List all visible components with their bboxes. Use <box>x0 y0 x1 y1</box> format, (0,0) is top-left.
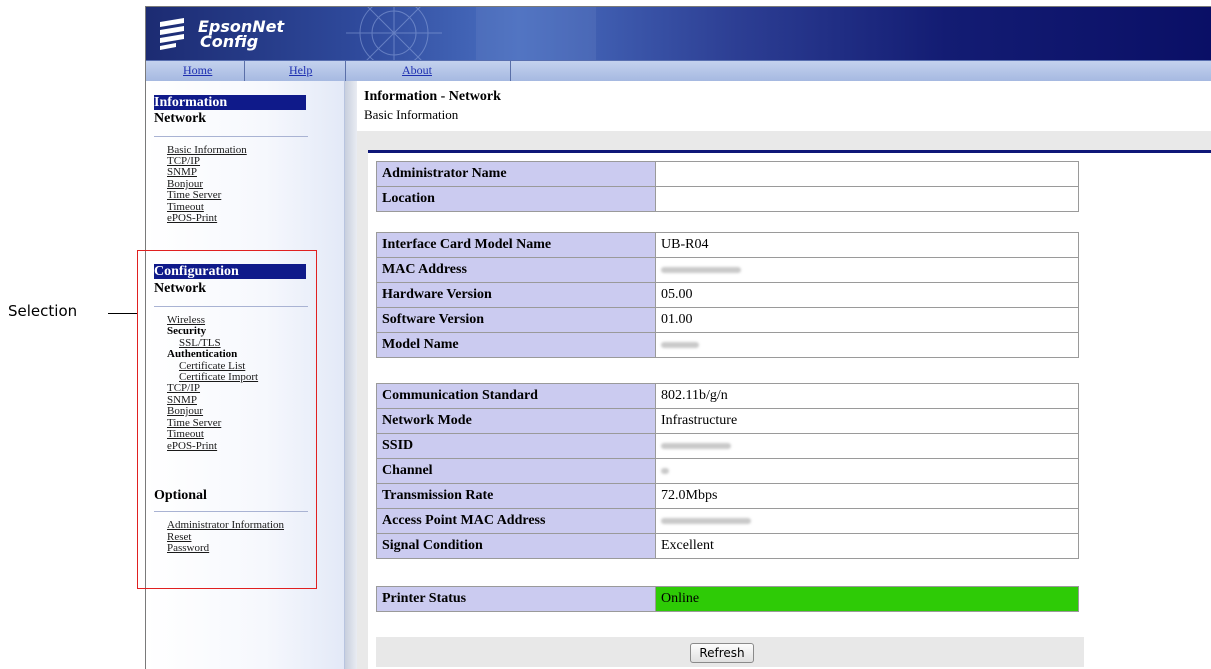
nav-about-link[interactable]: About <box>402 63 432 78</box>
row-value-redacted <box>655 508 1079 534</box>
row-value-redacted <box>655 458 1079 484</box>
row-value <box>655 161 1079 187</box>
compass-decoration <box>346 7 596 60</box>
row-key: Interface Card Model Name <box>376 232 656 258</box>
admin-table: Administrator Name Location <box>376 161 1079 212</box>
table-row: Transmission Rate 72.0Mbps <box>376 483 1079 509</box>
table-row: Channel <box>376 458 1079 484</box>
sidebar-item-info-snmp[interactable]: SNMP <box>167 167 197 178</box>
information-header: Information <box>154 95 228 110</box>
divider <box>154 136 308 137</box>
header-banner: EpsonNet Config <box>146 7 1211 60</box>
row-value-redacted <box>655 332 1079 358</box>
table-row: Model Name <box>376 332 1079 358</box>
nav-separator <box>510 61 511 81</box>
table-row: MAC Address <box>376 257 1079 283</box>
page-header: Information - Network Basic Information <box>357 81 1211 131</box>
redacted-value <box>661 341 699 348</box>
row-key: Network Mode <box>376 408 656 434</box>
row-key: Software Version <box>376 307 656 333</box>
nav-help-link[interactable]: Help <box>289 63 312 78</box>
refresh-button[interactable]: Refresh <box>690 643 754 663</box>
table-row: Location <box>376 186 1079 212</box>
row-value: 05.00 <box>655 282 1079 308</box>
row-key: Signal Condition <box>376 533 656 559</box>
epsonnet-logo: EpsonNet Config <box>154 13 304 53</box>
row-key: MAC Address <box>376 257 656 283</box>
main-content: Information - Network Basic Information … <box>357 81 1211 669</box>
row-key: Hardware Version <box>376 282 656 308</box>
row-key: Administrator Name <box>376 161 656 187</box>
row-value: 72.0Mbps <box>655 483 1079 509</box>
row-key: Printer Status <box>376 586 656 612</box>
epson-logo-icon <box>160 18 184 50</box>
sidebar-shadow <box>345 81 357 669</box>
refresh-bar: Refresh <box>376 637 1084 667</box>
row-value: Infrastructure <box>655 408 1079 434</box>
row-key: Transmission Rate <box>376 483 656 509</box>
content-area: Administrator Name Location Interface Ca… <box>357 131 1211 669</box>
row-value: Excellent <box>655 533 1079 559</box>
sidebar-item-info-time-server[interactable]: Time Server <box>167 190 221 201</box>
table-row: Interface Card Model Name UB-R04 <box>376 232 1079 258</box>
nav-home-link[interactable]: Home <box>183 63 212 78</box>
table-row: SSID <box>376 433 1079 459</box>
page-subtitle: Basic Information <box>364 107 459 122</box>
table-row: Network Mode Infrastructure <box>376 408 1079 434</box>
table-row: Printer Status Online <box>376 586 1079 612</box>
logo-text-line2: Config <box>200 32 259 51</box>
page-title: Information - Network <box>364 89 501 104</box>
info-panel: Administrator Name Location Interface Ca… <box>368 153 1211 669</box>
wireless-table: Communication Standard 802.11b/g/n Netwo… <box>376 383 1079 559</box>
selection-highlight-box <box>137 250 317 589</box>
table-row: Administrator Name <box>376 161 1079 187</box>
row-value: 802.11b/g/n <box>655 383 1079 409</box>
row-key: SSID <box>376 433 656 459</box>
redacted-value <box>661 517 751 524</box>
row-key: Access Point MAC Address <box>376 508 656 534</box>
redacted-value <box>661 467 669 474</box>
nav-separator <box>244 61 245 81</box>
table-row: Hardware Version 05.00 <box>376 282 1079 308</box>
status-table: Printer Status Online <box>376 586 1079 612</box>
row-value: UB-R04 <box>655 232 1079 258</box>
row-value-redacted <box>655 257 1079 283</box>
selection-annotation-line <box>108 313 138 314</box>
table-row: Software Version 01.00 <box>376 307 1079 333</box>
information-subheader: Network <box>154 111 207 126</box>
row-value-redacted <box>655 433 1079 459</box>
top-nav-bar: Home Help About <box>146 60 1211 82</box>
table-row: Communication Standard 802.11b/g/n <box>376 383 1079 409</box>
row-key: Model Name <box>376 332 656 358</box>
row-key: Location <box>376 186 656 212</box>
row-value: 01.00 <box>655 307 1079 333</box>
redacted-value <box>661 266 741 273</box>
row-key: Channel <box>376 458 656 484</box>
table-row: Signal Condition Excellent <box>376 533 1079 559</box>
row-value <box>655 186 1079 212</box>
redacted-value <box>661 442 731 449</box>
row-key: Communication Standard <box>376 383 656 409</box>
sidebar-item-info-epos-print[interactable]: ePOS-Print <box>167 213 217 224</box>
interface-table: Interface Card Model Name UB-R04 MAC Add… <box>376 232 1079 358</box>
table-row: Access Point MAC Address <box>376 508 1079 534</box>
printer-status-value: Online <box>655 586 1079 612</box>
selection-annotation-label: Selection <box>8 302 78 320</box>
nav-separator <box>345 61 346 81</box>
